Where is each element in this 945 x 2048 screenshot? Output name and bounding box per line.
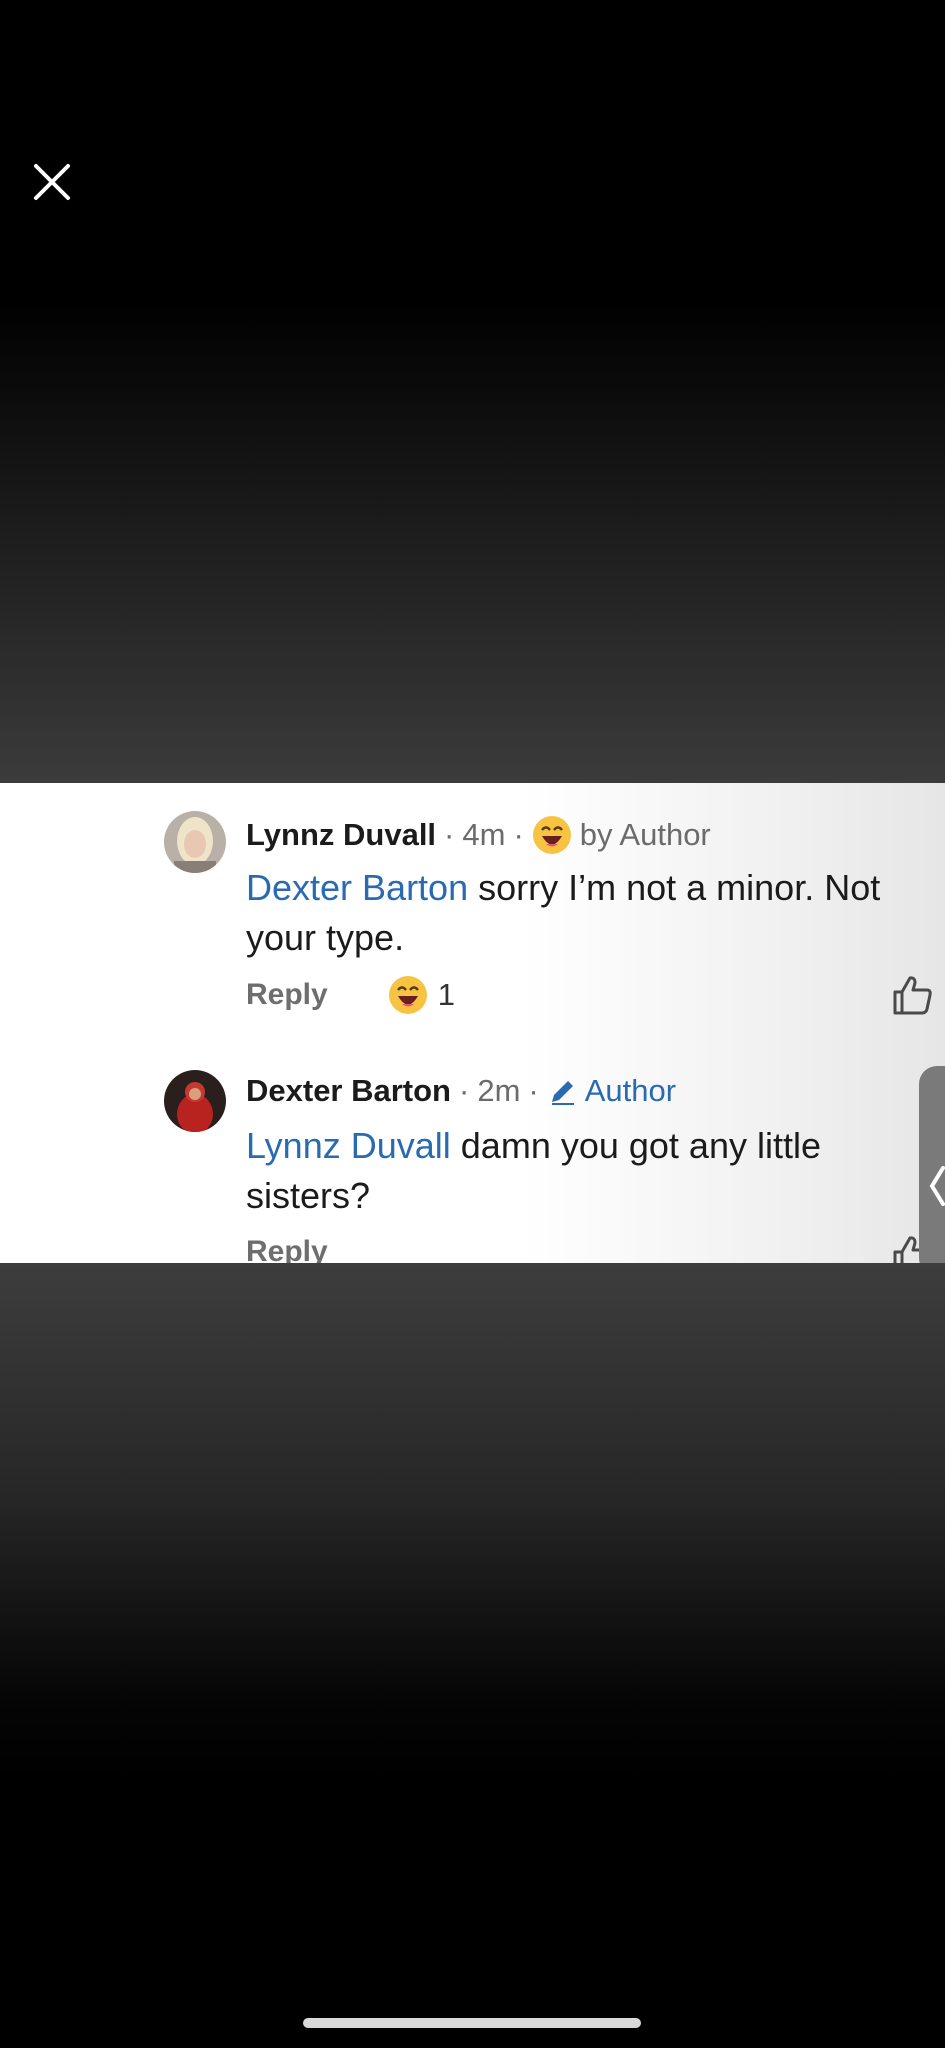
reaction-summary[interactable]: 1 (388, 975, 455, 1015)
close-button[interactable] (30, 160, 74, 204)
comment-meta: Lynnz Duvall · 4m · by Author (246, 815, 711, 855)
like-button[interactable] (891, 973, 935, 1017)
comment-author-name[interactable]: Lynnz Duvall (246, 817, 436, 853)
close-icon (34, 164, 70, 200)
comment-author-name[interactable]: Dexter Barton (246, 1073, 451, 1109)
comment-meta: Dexter Barton · 2m · Author (246, 1073, 677, 1109)
comment-actions: Reply 1 (246, 975, 455, 1015)
chevron-left-icon (929, 1166, 945, 1206)
reaction-by-author-label: by Author (579, 817, 711, 852)
author-badge: Author (584, 1073, 677, 1108)
reply-button[interactable]: Reply (246, 1235, 328, 1263)
reply-button[interactable]: Reply (246, 978, 328, 1012)
avatar-dexter-barton[interactable] (164, 1070, 226, 1132)
comment-timestamp: 4m (462, 817, 506, 852)
side-panel-handle[interactable] (919, 1066, 945, 1263)
pencil-icon (547, 1075, 579, 1107)
comment-actions: Reply (246, 1235, 328, 1263)
laughing-emoji-icon (388, 975, 428, 1015)
avatar-lynnz-duvall[interactable] (164, 811, 226, 873)
comment-text: Lynnz Duvall damn you got any little sis… (246, 1121, 936, 1221)
thumbs-up-icon (893, 976, 932, 1015)
comment-mention[interactable]: Dexter Barton (246, 867, 468, 908)
comment-timestamp: 2m (477, 1073, 521, 1108)
reaction-count: 1 (437, 977, 455, 1012)
comment-mention[interactable]: Lynnz Duvall (246, 1125, 451, 1166)
home-indicator[interactable] (303, 2018, 641, 2028)
comment-screenshot-panel: Lynnz Duvall · 4m · by Author Dexter Bar… (0, 783, 945, 1263)
comment-text: Dexter Barton sorry I’m not a minor. Not… (246, 863, 936, 963)
laughing-emoji-icon (532, 815, 572, 855)
